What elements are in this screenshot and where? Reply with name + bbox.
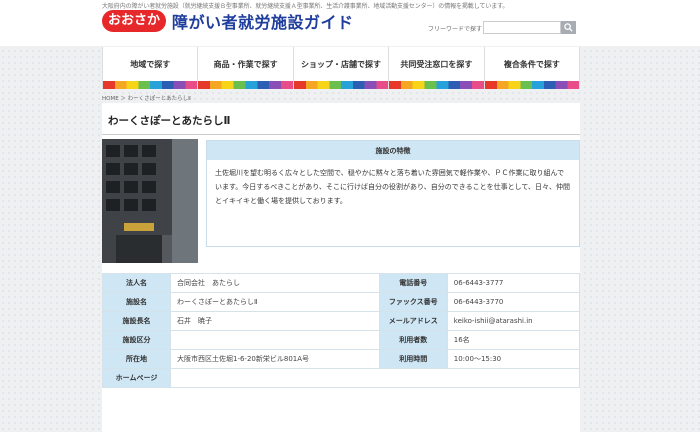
table-row: 施設長名 石井 暁子 メールアドレス keiko-ishii@atarashi.…: [102, 311, 581, 331]
main-nav: 地域で探す 商品・作業で探す ショップ・店舗で探す 共同受注窓口を探す 複合条件…: [102, 47, 581, 89]
value-users: 16名: [446, 330, 581, 350]
value-fax: 06-6443-3770: [446, 292, 581, 312]
title-divider: [102, 134, 580, 135]
table-row: 法人名 合同会社 あたらし 電話番号 06-6443-3777: [102, 273, 581, 293]
label-facility-name: 施設名: [102, 292, 171, 312]
feature-heading: 施設の特徴: [207, 141, 579, 160]
label-corporation: 法人名: [102, 273, 171, 293]
value-facility-name: わーくさぽーとあたらしⅡ: [170, 292, 380, 312]
value-category: [170, 330, 380, 350]
facility-photo: [102, 139, 198, 263]
feature-panel: 施設の特徴 土佐堀川を望む明るく広々とした空間で、穏やかに黙々と落ち着いた雰囲気…: [206, 140, 580, 247]
feature-text: 土佐堀川を望む明るく広々とした空間で、穏やかに黙々と落ち着いた雰囲気で軽作業や、…: [215, 169, 571, 205]
value-director: 石井 暁子: [170, 311, 380, 331]
label-hours: 利用時間: [378, 349, 448, 369]
label-director: 施設長名: [102, 311, 171, 331]
search-input[interactable]: [483, 21, 561, 34]
label-homepage: ホームページ: [102, 368, 171, 388]
breadcrumb[interactable]: HOME ＞ わーくさぽーとあたらしⅡ: [102, 94, 191, 102]
page-title: わーくさぽーとあたらしⅡ: [108, 115, 231, 127]
table-row: ホームページ: [102, 368, 580, 388]
table-row: 施設区分 利用者数 16名: [102, 330, 581, 350]
value-homepage[interactable]: [170, 368, 580, 388]
search-button[interactable]: [561, 21, 576, 34]
site-logo[interactable]: おおさか 障がい者就労施設ガイド: [102, 9, 354, 33]
search-label: フリーワードで探す: [428, 26, 483, 33]
logo-badge: おおさか: [102, 10, 167, 32]
label-users: 利用者数: [378, 330, 448, 350]
label-phone: 電話番号: [378, 273, 448, 293]
nav-combined[interactable]: 複合条件で探す: [484, 47, 581, 89]
table-row: 施設名 わーくさぽーとあたらしⅡ ファックス番号 06-6443-3770: [102, 292, 581, 312]
nav-joint-order[interactable]: 共同受注窓口を探す: [389, 47, 485, 89]
nav-shops[interactable]: ショップ・店舗で探す: [293, 47, 390, 89]
label-fax: ファックス番号: [378, 292, 448, 312]
label-category: 施設区分: [102, 330, 171, 350]
value-hours: 10:00～15:30: [446, 349, 581, 369]
main-content: わーくさぽーとあたらしⅡ 施設の特徴 土佐堀川を望む明るく広々とした空間で、穏や…: [102, 103, 581, 432]
value-corporation: 合同会社 あたらし: [170, 273, 380, 293]
label-email: メールアドレス: [378, 311, 448, 331]
value-phone: 06-6443-3777: [446, 273, 581, 293]
nav-products[interactable]: 商品・作業で探す: [198, 47, 294, 89]
site-header: 大阪府内の障がい者就労施設（就労継続支援Ｂ型事業所、就労継続支援Ａ型事業所、生活…: [0, 0, 700, 46]
label-address: 所在地: [102, 349, 171, 369]
facility-info-table: 法人名 合同会社 あたらし 電話番号 06-6443-3777 施設名 わーくさ…: [102, 273, 581, 388]
logo-text: 障がい者就労施設ガイド: [172, 13, 354, 32]
table-row: 所在地 大阪市西区土佐堀1-6-20新栄ビル801A号 利用時間 10:00～1…: [102, 349, 581, 369]
nav-area[interactable]: 地域で探す: [102, 47, 199, 89]
value-email[interactable]: keiko-ishii@atarashi.in: [446, 311, 581, 331]
search-icon: [564, 23, 573, 32]
value-address: 大阪市西区土佐堀1-6-20新栄ビル801A号: [170, 349, 380, 369]
